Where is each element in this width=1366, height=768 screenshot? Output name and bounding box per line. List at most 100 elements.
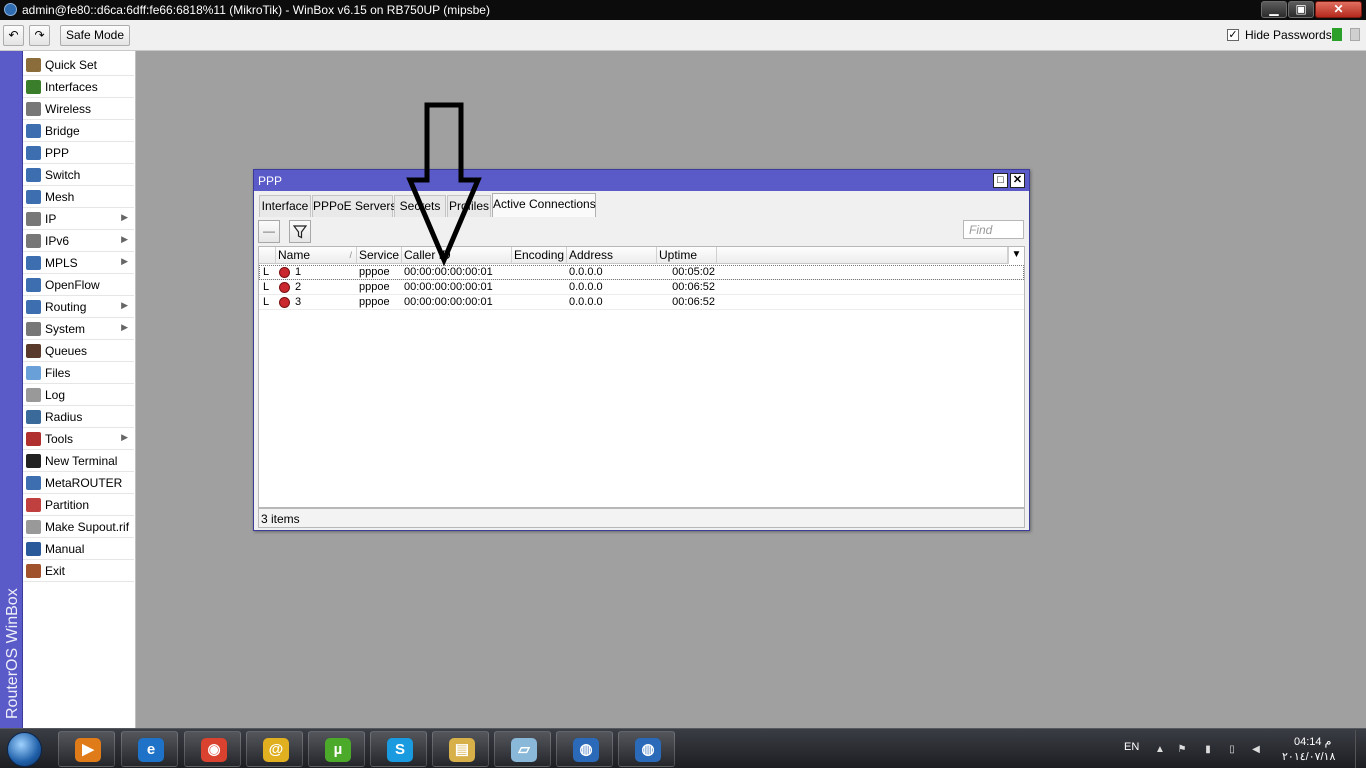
ppp-maximize-button[interactable]: □	[993, 173, 1008, 188]
tab-pppoe-servers[interactable]: PPPoE Servers	[312, 195, 396, 217]
switch-icon	[26, 168, 41, 182]
safe-mode-button[interactable]: Safe Mode	[60, 25, 130, 46]
winbox-1-icon: ◍	[573, 738, 599, 762]
taskbar-app-media-player[interactable]: ▶	[58, 731, 115, 767]
sidebar-item-metarouter[interactable]: MetaROUTER	[23, 472, 134, 494]
files-icon	[26, 366, 41, 380]
terminal-icon	[26, 454, 41, 468]
column-header-service[interactable]: Service	[357, 247, 402, 264]
table-row[interactable]: L 1 pppoe 00:00:00:00:00:01 0.0.0.0 00:05:02	[259, 265, 1024, 280]
sidebar-item-openflow[interactable]: OpenFlow	[23, 274, 134, 296]
submenu-arrow-icon: ▶	[121, 212, 128, 222]
column-header-address[interactable]: Address	[567, 247, 657, 264]
minimize-button[interactable]: ▁	[1261, 1, 1287, 18]
sidebar-item-tools[interactable]: Tools ▶	[23, 428, 134, 450]
column-header-name[interactable]: Name	[276, 247, 357, 264]
tab-interface[interactable]: Interface	[259, 195, 311, 217]
pppoe-connection-icon	[279, 297, 290, 308]
sidebar-item-label: Interfaces	[45, 80, 98, 94]
interfaces-icon	[26, 80, 41, 94]
column-menu-button[interactable]: ▼	[1008, 247, 1024, 264]
find-input[interactable]: Find	[963, 220, 1024, 239]
ppp-window-titlebar[interactable]: PPP □ ✕	[254, 170, 1029, 191]
taskbar-app-chrome[interactable]: ◉	[184, 731, 241, 767]
sidebar-item-radius[interactable]: Radius	[23, 406, 134, 428]
taskbar-app-winbox-1[interactable]: ◍	[556, 731, 613, 767]
sidebar-item-files[interactable]: Files	[23, 362, 134, 384]
show-desktop-button[interactable]	[1355, 730, 1365, 768]
sidebar-item-label: Partition	[45, 498, 90, 512]
sidebar-item-label: Files	[45, 366, 71, 380]
submenu-arrow-icon: ▶	[121, 432, 128, 442]
sidebar-item-ipv6[interactable]: IPv6 ▶	[23, 230, 134, 252]
hide-passwords-checkbox[interactable]: ✓	[1227, 29, 1239, 41]
sidebar-item-label: IPv6	[45, 234, 70, 248]
table-row[interactable]: L 3 pppoe 00:00:00:00:00:01 0.0.0.0 00:06:52	[259, 295, 1024, 310]
sidebar-item-label: Make Supout.rif	[45, 520, 130, 534]
sidebar-item-mesh[interactable]: Mesh	[23, 186, 134, 208]
tray-expand-icon[interactable]: ▲	[1154, 744, 1166, 756]
taskbar-app-file-explorer[interactable]: ▤	[432, 731, 489, 767]
sidebar-menu: Quick Set Interfaces Wireless Bridge PPP Swit…	[23, 51, 136, 728]
taskbar-app-winbox-2[interactable]: ◍	[618, 731, 675, 767]
column-header-encoding[interactable]: Encoding	[512, 247, 567, 264]
start-button[interactable]	[4, 730, 46, 768]
openflow-icon	[26, 278, 41, 292]
column-header-uptime[interactable]: Uptime	[657, 247, 717, 264]
sidebar-item-ppp[interactable]: PPP	[23, 142, 134, 164]
volume-icon[interactable]: ◀	[1250, 744, 1262, 756]
skype-icon: S	[387, 738, 413, 762]
clock-time[interactable]: 04:14 م	[1294, 735, 1331, 748]
network-signal-icon[interactable]: ▮	[1202, 744, 1214, 756]
maximize-button[interactable]: ▣	[1288, 1, 1314, 18]
sidebar-item-label: Radius	[45, 410, 83, 424]
sidebar-item-system[interactable]: System ▶	[23, 318, 134, 340]
sidebar-item-exit[interactable]: Exit	[23, 560, 134, 582]
battery-icon[interactable]: ▯	[1226, 744, 1238, 756]
sidebar-item-label: Switch	[45, 168, 81, 182]
sidebar-item-new-terminal[interactable]: New Terminal	[23, 450, 134, 472]
language-indicator[interactable]: EN	[1124, 741, 1139, 753]
column-header-flag[interactable]	[259, 247, 276, 264]
sidebar-item-interfaces[interactable]: Interfaces	[23, 76, 134, 98]
table-row[interactable]: L 2 pppoe 00:00:00:00:00:01 0.0.0.0 00:06:52	[259, 280, 1024, 295]
sidebar-item-label: Bridge	[45, 124, 80, 138]
cell-caller-id: 00:00:00:00:00:01	[404, 281, 493, 293]
taskbar-app-internet-explorer[interactable]: e	[121, 731, 178, 767]
brand-label: RouterOS WinBox	[4, 588, 21, 719]
undo-button[interactable]: ↶	[3, 25, 24, 46]
ppp-status-bar: 3 items	[258, 508, 1025, 528]
taskbar-app-notepad[interactable]: ▱	[494, 731, 551, 767]
action-center-icon[interactable]: ⚑	[1176, 744, 1188, 756]
taskbar-app-utorrent[interactable]: µ	[308, 731, 365, 767]
sidebar-item-switch[interactable]: Switch	[23, 164, 134, 186]
cell-service: pppoe	[359, 296, 390, 308]
clock-date[interactable]: ٢٠١٤/٠٧/١٨	[1282, 750, 1335, 763]
sidebar-item-routing[interactable]: Routing ▶	[23, 296, 134, 318]
ppp-close-button[interactable]: ✕	[1010, 173, 1025, 188]
close-button[interactable]: ✕	[1315, 1, 1362, 18]
main-toolbar: ↶ ↷ Safe Mode ✓ Hide Passwords	[0, 20, 1366, 51]
sidebar-item-partition[interactable]: Partition	[23, 494, 134, 516]
sidebar-item-manual[interactable]: Manual	[23, 538, 134, 560]
mesh-icon	[26, 190, 41, 204]
filter-icon[interactable]	[289, 220, 311, 243]
taskbar-app-skype[interactable]: S	[370, 731, 427, 767]
remove-button[interactable]: —	[258, 220, 280, 243]
sidebar-item-quick-set[interactable]: Quick Set	[23, 54, 134, 76]
quickset-icon	[26, 58, 41, 72]
taskbar-app-email[interactable]: @	[246, 731, 303, 767]
pppoe-connection-icon	[279, 267, 290, 278]
sidebar-item-log[interactable]: Log	[23, 384, 134, 406]
cell-encoding	[512, 265, 567, 279]
sidebar-item-queues[interactable]: Queues	[23, 340, 134, 362]
tab-active-connections[interactable]: Active Connections	[492, 193, 596, 217]
sidebar-item-make-supout-rif[interactable]: Make Supout.rif	[23, 516, 134, 538]
sidebar-item-mpls[interactable]: MPLS ▶	[23, 252, 134, 274]
secondary-status-indicator	[1350, 28, 1360, 41]
sidebar-item-wireless[interactable]: Wireless	[23, 98, 134, 120]
sidebar-item-bridge[interactable]: Bridge	[23, 120, 134, 142]
redo-button[interactable]: ↷	[29, 25, 50, 46]
sidebar-item-ip[interactable]: IP ▶	[23, 208, 134, 230]
metarouter-icon	[26, 476, 41, 490]
